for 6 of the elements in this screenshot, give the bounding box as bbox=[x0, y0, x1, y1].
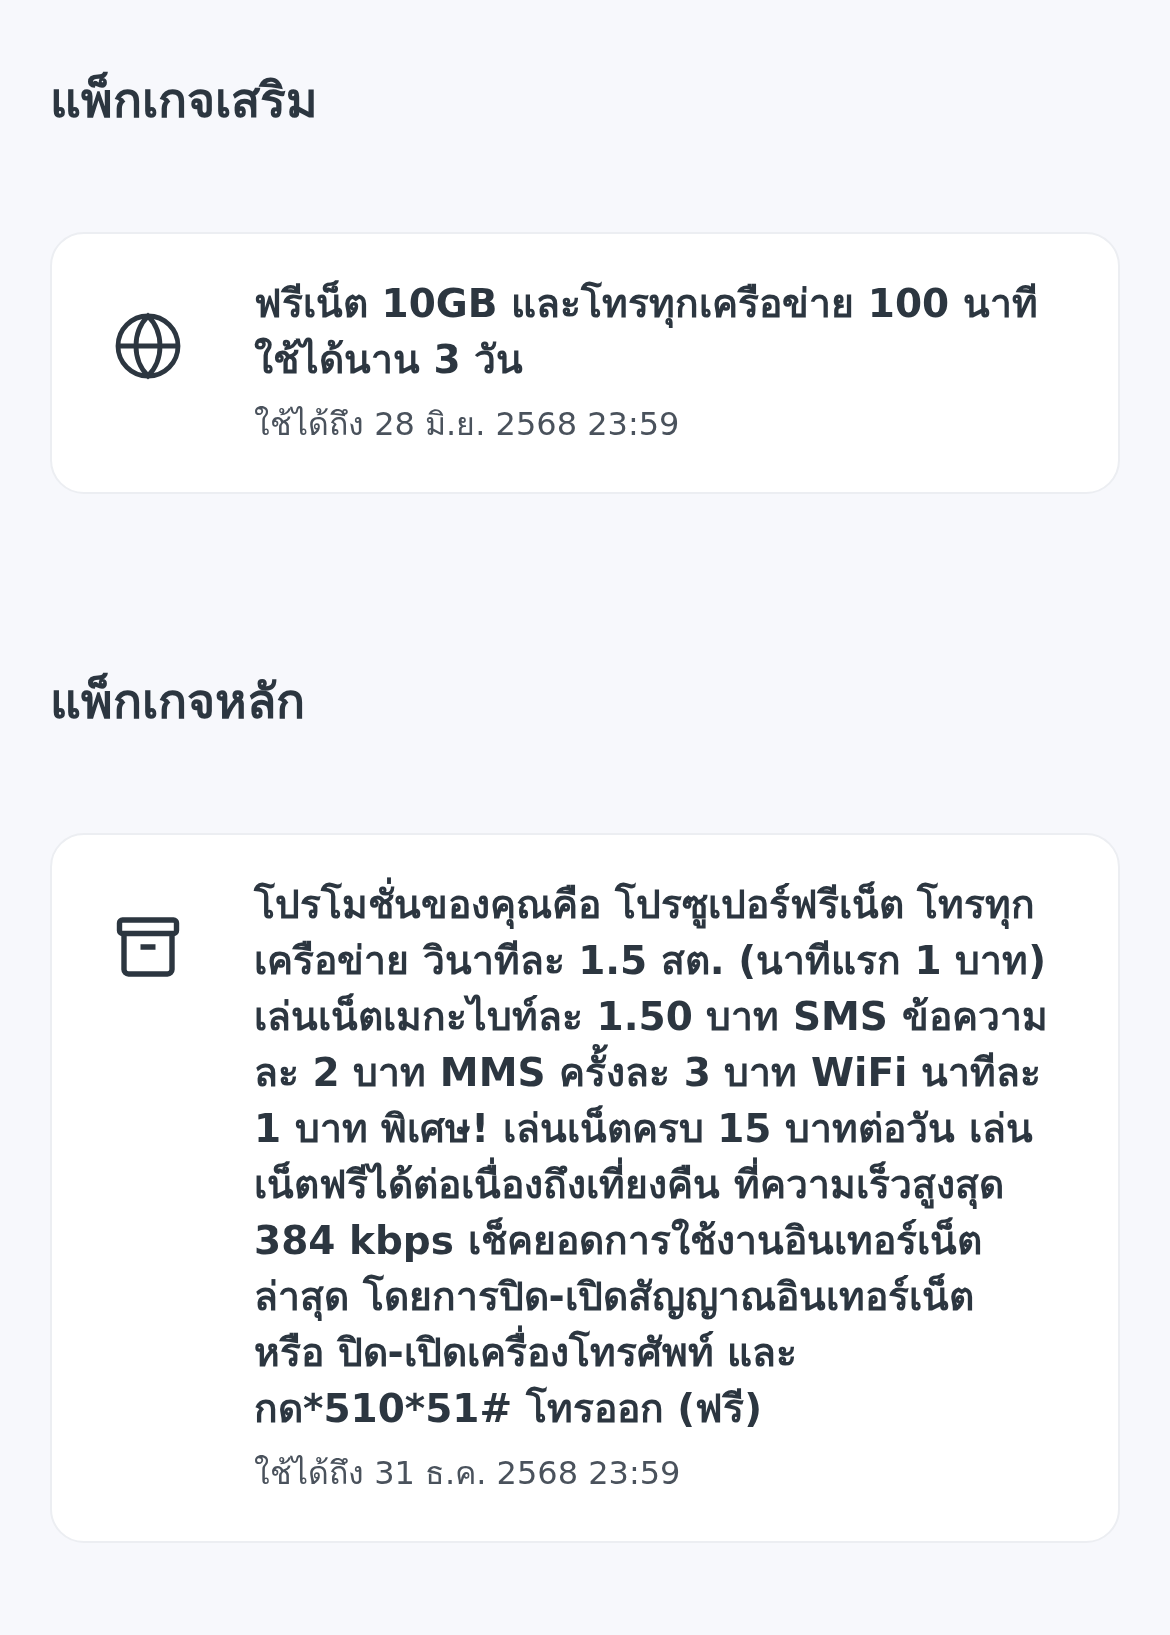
validity-date: ใช้ได้ถึง 31 ธ.ค. 2568 23:59 bbox=[254, 1453, 682, 1494]
validity-date: ใช้ได้ถึง 28 มิ.ย. 2568 23:59 bbox=[254, 404, 681, 445]
package-name: ฟรีเน็ต 10GB และโทรทุกเครือข่าย 100 นาที ใช้ได้นาน 3 วัน bbox=[254, 279, 1039, 384]
section-title: แพ็กเกจเสริม bbox=[50, 70, 319, 130]
section-title: แพ็กเกจหลัก bbox=[50, 671, 306, 731]
package-name: โปรโมชั่นของคุณคือ โปรซูเปอร์ฟรีเน็ต โทรทุกเครือข่าย วินาทีละ 1.5 สต. (นาทีแรก 1 บาท) เล่นเน็ตเมกะไบท์ละ 1.50 บาท SMS ข้อความละ 2 บาท MMS ครั้งละ 3 บาท WiFi นาทีละ 1 บาท พิเศษ! เล่นเน็ตครบ 15 บาทต่อวัน เล่นเน็ตฟรีได้ต่อเนื่องถึงเที่ยงคืน ที่ความเร็วสูงสุด 384 kbps เช็คยอดการใช้งานอินเทอร์เน็ตล่าสุด โดยการปิด-เปิดสัญญาณอินเทอร์เน็ต หรือ ปิด-เปิดเครื่องโทรศัพท์ และกด*510*51# โทรออก (ฟรี) bbox=[254, 877, 1048, 1437]
